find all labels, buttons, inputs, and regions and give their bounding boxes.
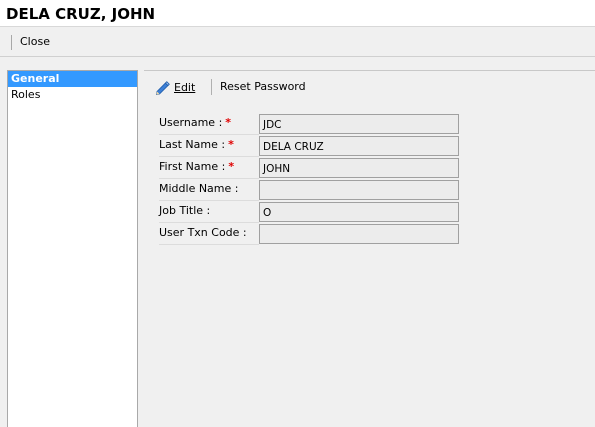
last-name-label-text: Last Name : [159, 138, 226, 151]
middle-name-label: Middle Name : [159, 182, 239, 195]
required-marker: * [228, 160, 235, 173]
edit-label: Edit [174, 80, 196, 94]
row-divider [159, 222, 259, 223]
form-row-job-title: Job Title : O [159, 202, 459, 223]
form-row-last-name: Last Name : * DELA CRUZ [159, 136, 459, 157]
form-row-username: Username : * JDC [159, 114, 459, 135]
username-label-text: Username : [159, 116, 223, 129]
row-divider [159, 244, 259, 245]
form-row-user-txn-code: User Txn Code : [159, 224, 459, 245]
required-marker: * [228, 138, 234, 151]
page-title: DELA CRUZ, JOHN [6, 5, 156, 23]
row-divider [159, 178, 259, 179]
row-divider [159, 156, 259, 157]
edit-button[interactable]: Edit [154, 77, 195, 97]
action-separator [211, 79, 212, 95]
row-divider [159, 200, 259, 201]
last-name-field[interactable]: DELA CRUZ [259, 136, 459, 156]
content-panel: Edit Reset Password Username : * JDC Last… [144, 70, 595, 427]
first-name-label: First Name : * [159, 158, 259, 179]
nav-item-general[interactable]: General [8, 71, 137, 87]
pencil-icon [156, 80, 170, 95]
form-row-first-name: First Name : * JOHN [159, 158, 459, 179]
job-title-label: Job Title : [159, 204, 211, 217]
reset-password-button[interactable]: Reset Password [220, 79, 306, 95]
nav-panel: General Roles [7, 70, 138, 427]
row-divider [159, 134, 259, 135]
user-txn-code-field[interactable] [259, 224, 459, 244]
toolbar: Close [0, 27, 595, 57]
last-name-label: Last Name : * [159, 136, 259, 157]
nav-item-roles[interactable]: Roles [8, 87, 137, 103]
action-bar: Edit Reset Password [144, 76, 595, 100]
close-button[interactable]: Close [16, 33, 54, 52]
required-marker: * [225, 116, 232, 129]
form-row-middle-name: Middle Name : [159, 180, 459, 201]
username-field[interactable]: JDC [259, 114, 459, 134]
first-name-label-text: First Name : [159, 160, 226, 173]
user-txn-code-label: User Txn Code : [159, 226, 247, 239]
toolbar-separator [11, 35, 12, 50]
first-name-field[interactable]: JOHN [259, 158, 459, 178]
username-label: Username : * [159, 114, 259, 135]
job-title-field[interactable]: O [259, 202, 459, 222]
title-bar: DELA CRUZ, JOHN [0, 0, 595, 27]
middle-name-field[interactable] [259, 180, 459, 200]
